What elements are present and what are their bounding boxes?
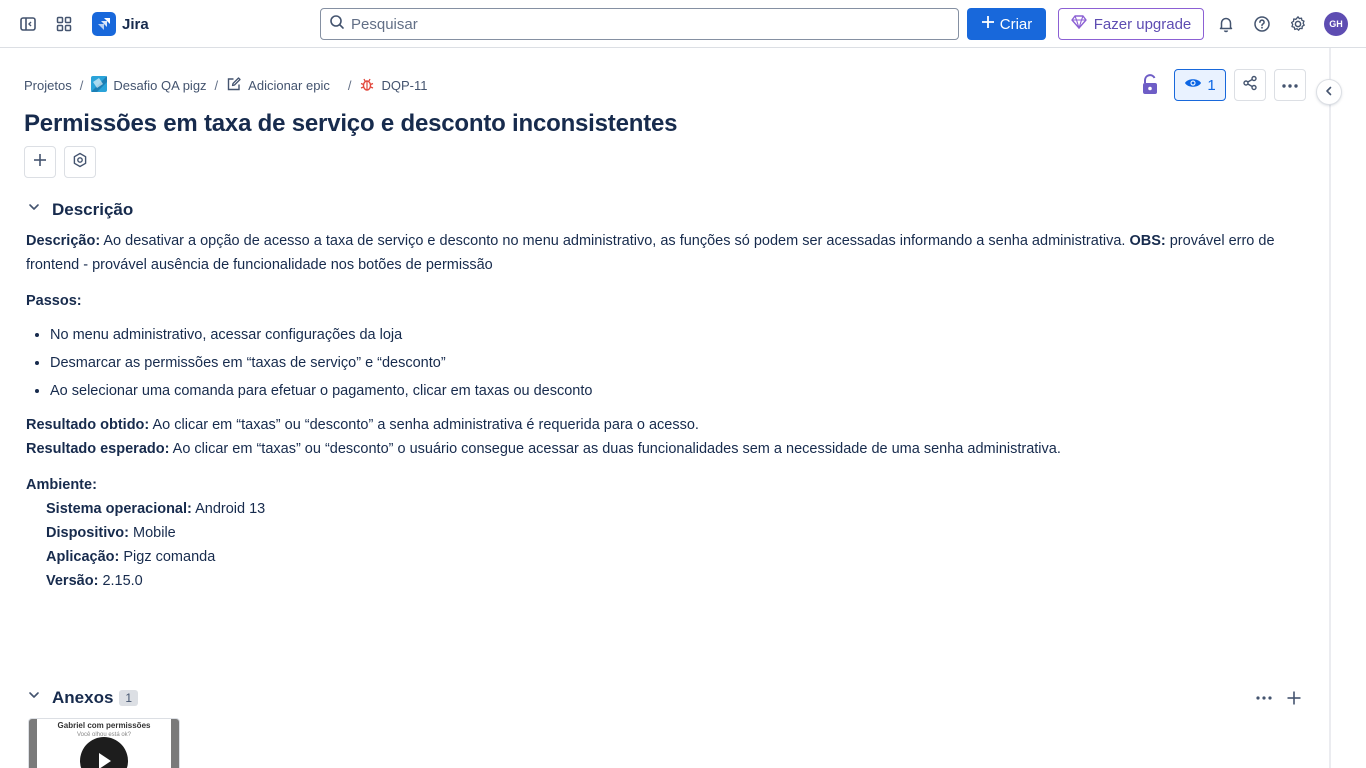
- issue-key-label: DQP-11: [381, 77, 428, 93]
- watchers-count: 1: [1207, 76, 1216, 94]
- more-icon: [1281, 76, 1299, 94]
- env-label: Ambiente:: [26, 477, 97, 493]
- breadcrumb-separator: /: [214, 77, 219, 93]
- env-os: Sistema operacional: Android 13: [26, 497, 1316, 521]
- list-item: Ao selecionar uma comanda para efetuar o…: [50, 377, 1316, 405]
- attachments-more-icon[interactable]: [1252, 686, 1276, 710]
- lock-open-icon[interactable]: [1140, 74, 1160, 96]
- env-os-value: Android 13: [195, 501, 266, 517]
- add-epic-label: Adicionar epic: [248, 77, 330, 93]
- share-button[interactable]: [1234, 69, 1266, 101]
- env-version-label: Versão:: [46, 573, 99, 589]
- env-app: Aplicação: Pigz comanda: [26, 545, 1316, 569]
- env-device-label: Dispositivo:: [46, 525, 129, 541]
- add-epic-link[interactable]: Adicionar epic: [226, 76, 330, 95]
- breadcrumb-projects[interactable]: Projetos: [24, 78, 72, 93]
- chevron-down-icon: [26, 687, 42, 708]
- search-box[interactable]: [320, 8, 959, 40]
- thumbnail-title: Gabriel com permissões: [57, 721, 151, 730]
- more-actions-button[interactable]: [1274, 69, 1306, 101]
- collapse-panel-button[interactable]: [1317, 80, 1341, 104]
- page-title[interactable]: Permissões em taxa de serviço e desconto…: [24, 110, 677, 138]
- bell-icon[interactable]: [1214, 12, 1238, 36]
- attachments-title: Anexos: [52, 687, 114, 707]
- upgrade-button[interactable]: Fazer upgrade: [1058, 8, 1204, 40]
- top-navigation-bar: Jira Criar Fazer upgrade GH: [0, 0, 1366, 48]
- description-intro: Descrição: Ao desativar a opção de acess…: [26, 229, 1316, 277]
- breadcrumb-project-label: Desafio QA pigz: [113, 77, 207, 93]
- eye-icon: [1184, 76, 1202, 94]
- description-title: Descrição: [52, 199, 134, 219]
- chevron-left-icon: [1324, 83, 1334, 101]
- obtained-label: Resultado obtido:: [26, 417, 150, 433]
- upgrade-button-label: Fazer upgrade: [1093, 15, 1192, 33]
- jira-logo[interactable]: Jira: [92, 12, 149, 36]
- breadcrumb-project[interactable]: Desafio QA pigz: [91, 75, 207, 95]
- obs-label: OBS:: [1129, 233, 1166, 249]
- project-avatar-icon: [91, 75, 108, 95]
- plus-icon: [981, 15, 995, 33]
- expected-text: Ao clicar em “taxas” ou “desconto” o usu…: [172, 441, 1061, 457]
- breadcrumb-projects-label: Projetos: [24, 77, 72, 93]
- hexagon-settings-icon: [72, 152, 88, 173]
- env-version-value: 2.15.0: [102, 573, 143, 589]
- share-icon: [1242, 75, 1258, 96]
- bug-icon: [359, 76, 375, 95]
- list-item: No menu administrativo, acessar configur…: [50, 321, 1316, 349]
- environment-heading: Ambiente:: [26, 473, 1316, 497]
- pencil-icon: [226, 76, 242, 95]
- help-icon[interactable]: [1250, 12, 1274, 36]
- env-device: Dispositivo: Mobile: [26, 521, 1316, 545]
- plus-icon: [32, 152, 48, 173]
- diamond-icon: [1071, 15, 1087, 33]
- add-button[interactable]: [24, 146, 56, 178]
- list-item: Desmarcar as permissões em “taxas de ser…: [50, 349, 1316, 377]
- description-body[interactable]: Descrição: Ao desativar a opção de acess…: [26, 229, 1316, 593]
- steps-label: Passos:: [26, 293, 82, 309]
- watch-button[interactable]: 1: [1174, 69, 1226, 101]
- steps-list: No menu administrativo, acessar configur…: [50, 321, 1316, 405]
- breadcrumb: Projetos / Desafio QA pigz / Adicionar e…: [24, 75, 427, 95]
- avatar[interactable]: GH: [1324, 12, 1348, 36]
- intro-label: Descrição:: [26, 233, 101, 249]
- breadcrumb-separator: /: [79, 77, 84, 93]
- env-app-value: Pigz comanda: [123, 549, 216, 565]
- env-device-value: Mobile: [133, 525, 176, 541]
- gear-icon[interactable]: [1286, 12, 1310, 36]
- env-app-label: Aplicação:: [46, 549, 120, 565]
- add-attachment-icon[interactable]: [1282, 686, 1306, 710]
- create-button[interactable]: Criar: [967, 8, 1046, 40]
- attachments-count-badge: 1: [119, 689, 139, 706]
- app-name: Jira: [122, 15, 149, 33]
- search-icon: [329, 14, 345, 35]
- app-switcher-icon[interactable]: [52, 12, 76, 36]
- breadcrumb-separator: /: [347, 77, 352, 93]
- chevron-down-icon: [26, 199, 42, 220]
- obtained-text: Ao clicar em “taxas” ou “desconto” a sen…: [152, 417, 699, 433]
- description-section-header[interactable]: Descrição: [26, 199, 133, 220]
- search-input[interactable]: [351, 15, 931, 33]
- sidebar-toggle-icon[interactable]: [16, 12, 40, 36]
- env-os-label: Sistema operacional:: [46, 501, 192, 517]
- expected-result: Resultado esperado: Ao clicar em “taxas”…: [26, 437, 1316, 461]
- breadcrumb-issue-key[interactable]: DQP-11: [359, 76, 427, 95]
- intro-text: Ao desativar a opção de acesso a taxa de…: [103, 233, 1126, 249]
- env-version: Versão: 2.15.0: [26, 569, 1316, 593]
- apps-button[interactable]: [64, 146, 96, 178]
- obtained-result: Resultado obtido: Ao clicar em “taxas” o…: [26, 413, 1316, 437]
- jira-logo-icon: [92, 12, 116, 36]
- panel-divider: [1329, 48, 1331, 768]
- steps-heading: Passos:: [26, 289, 1316, 313]
- attachment-thumbnail[interactable]: Gabriel com permissões Você olhou está o…: [28, 718, 180, 768]
- expected-label: Resultado esperado:: [26, 441, 170, 457]
- attachments-section-header[interactable]: Anexos 1: [26, 687, 139, 708]
- create-button-label: Criar: [999, 15, 1033, 33]
